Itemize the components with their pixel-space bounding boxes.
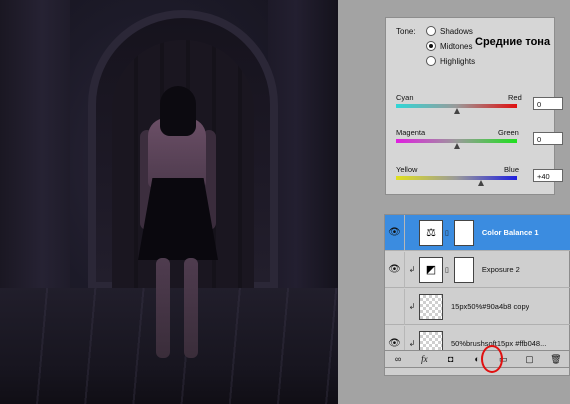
layer-row-color-balance[interactable]: 👁 ⚖ ▯ Color Balance 1 xyxy=(385,214,570,251)
slider-right-label: Green xyxy=(498,128,519,137)
layer-row-brush-copy[interactable]: ↲ 15px50%#90a4b8 copy xyxy=(385,288,570,325)
radio-midtones[interactable]: Midtones xyxy=(426,41,472,51)
new-layer-icon[interactable]: ▢ xyxy=(523,353,537,365)
slider-left-label: Cyan xyxy=(396,93,414,102)
slider-value-field[interactable]: 0 xyxy=(533,97,563,110)
wall-left xyxy=(0,0,70,290)
eye-icon[interactable] xyxy=(385,288,405,325)
eye-icon[interactable]: 👁 xyxy=(385,251,405,288)
chain-icon[interactable]: ▯ xyxy=(445,229,449,237)
slider-thumb[interactable] xyxy=(453,108,460,114)
slider-value-field[interactable]: 0 xyxy=(533,132,563,145)
mask-icon[interactable]: ◘ xyxy=(444,353,458,365)
screen: Tone: Shadows Midtones Highlights Cyan R… xyxy=(0,0,570,404)
layer-name[interactable]: 50%brushsoft15px #ffb048... xyxy=(451,339,546,348)
figure-leg-left xyxy=(156,258,170,358)
layer-name[interactable]: Color Balance 1 xyxy=(482,228,539,237)
radio-dot[interactable] xyxy=(426,56,436,66)
figure-leg-right xyxy=(184,258,198,358)
clip-arrow-icon: ↲ xyxy=(408,339,416,348)
radio-shadows[interactable]: Shadows xyxy=(426,26,473,36)
layer-name[interactable]: 15px50%#90a4b8 copy xyxy=(451,302,529,311)
slider-track[interactable] xyxy=(396,176,517,180)
link-icon[interactable]: ∞ xyxy=(391,353,405,365)
slider-thumb[interactable] xyxy=(477,180,484,186)
eye-icon[interactable]: 👁 xyxy=(385,214,405,251)
fx-icon[interactable]: fx xyxy=(417,353,431,365)
slider-left-label: Magenta xyxy=(396,128,426,137)
layer-mask-thumbnail[interactable] xyxy=(453,256,474,283)
layer-mask-thumbnail[interactable] xyxy=(453,219,474,246)
trash-icon[interactable]: 🗑 xyxy=(549,353,563,365)
radio-label: Shadows xyxy=(440,26,473,36)
midtones-annotation: Средние тона xyxy=(475,36,551,48)
slider-right-label: Red xyxy=(508,93,522,102)
radio-highlights[interactable]: Highlights xyxy=(426,56,475,66)
radio-dot[interactable] xyxy=(426,26,436,36)
layer-row-exposure[interactable]: 👁 ↲ ◩ ▯ Exposure 2 xyxy=(385,251,570,288)
tone-label: Tone: xyxy=(396,27,416,36)
highlight-ring xyxy=(481,345,503,373)
slider-left-label: Yellow xyxy=(396,165,418,174)
clip-arrow-icon: ↲ xyxy=(408,302,416,311)
slider-thumb[interactable] xyxy=(453,143,460,149)
clip-arrow-icon: ↲ xyxy=(408,265,416,274)
slider-value-field[interactable]: +40 xyxy=(533,169,563,182)
radio-dot-selected[interactable] xyxy=(426,41,436,51)
slider-right-label: Blue xyxy=(504,165,520,174)
figure-hair xyxy=(160,86,196,136)
wall-right xyxy=(268,0,338,290)
scale-icon: ⚖ xyxy=(419,219,443,246)
transparent-thumbnail xyxy=(419,293,443,320)
layer-name[interactable]: Exposure 2 xyxy=(482,265,520,274)
exposure-icon: ◩ xyxy=(419,256,443,283)
chain-icon[interactable]: ▯ xyxy=(445,266,449,274)
radio-label: Midtones xyxy=(440,41,473,51)
layers-toolbar: ∞ fx ◘ ◐ ▭ ▢ 🗑 xyxy=(384,350,570,368)
radio-label: Highlights xyxy=(440,56,476,66)
photo-canvas xyxy=(0,0,338,404)
